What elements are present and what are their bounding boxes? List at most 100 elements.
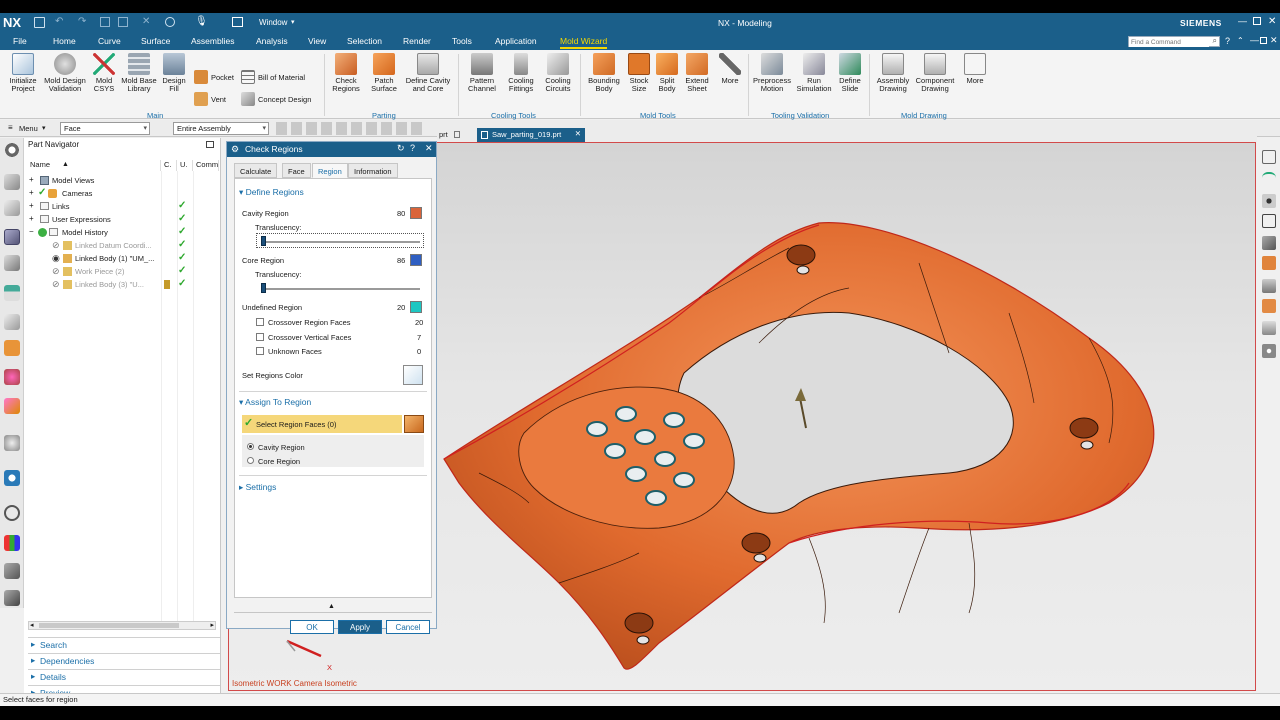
fit-view-icon[interactable] — [1262, 150, 1276, 164]
expand-icon[interactable]: + — [29, 175, 34, 184]
minimize-icon[interactable]: — — [1238, 16, 1247, 26]
scroll-left-icon[interactable]: ◂ — [30, 621, 34, 629]
cancel-button[interactable]: Cancel — [386, 620, 430, 634]
cooling-circuits-button[interactable]: Cooling Circuits — [541, 53, 575, 93]
section-view-icon[interactable] — [1262, 279, 1276, 293]
show-hide-icon[interactable] — [1262, 194, 1276, 208]
column-header-u[interactable]: U. — [177, 160, 193, 171]
type-filter-select[interactable]: Face — [60, 122, 150, 135]
expand-icon[interactable]: + — [29, 214, 34, 223]
define-cavity-core-button[interactable]: Define Cavity and Core — [404, 53, 452, 93]
ok-button[interactable]: OK — [290, 620, 334, 634]
history-icon[interactable] — [4, 340, 20, 356]
section-assign-to-region[interactable]: Assign To Region — [239, 397, 311, 408]
ribbon-restore-icon[interactable] — [1260, 37, 1267, 44]
tree-row-model-history[interactable]: − Model History ✓ — [24, 226, 219, 239]
tree-row-cameras[interactable]: + ✓ Cameras — [24, 187, 219, 200]
crossover-vertical-faces-checkbox[interactable] — [256, 333, 264, 341]
expand-icon[interactable]: + — [29, 188, 34, 197]
assembly-navigator-icon[interactable] — [4, 174, 20, 190]
pattern-channel-button[interactable]: Pattern Channel — [464, 53, 500, 93]
menu-curve[interactable]: Curve — [98, 36, 121, 46]
collapse-dialog-icon[interactable]: ▲ — [328, 603, 335, 610]
menu-selection[interactable]: Selection — [347, 36, 382, 46]
tree-row-links[interactable]: + Links ✓ — [24, 200, 219, 213]
delete-icon[interactable]: ✕ — [142, 16, 150, 27]
apply-button[interactable]: Apply — [338, 620, 382, 634]
bounding-body-button[interactable]: Bounding Body — [586, 53, 622, 93]
touch-mode-icon[interactable]: 🎙 — [195, 16, 208, 27]
cavity-view-icon[interactable] — [1262, 299, 1276, 313]
set-regions-color-button[interactable] — [403, 365, 423, 385]
tab-close-icon[interactable]: ✕ — [575, 129, 581, 138]
mold-drawing-more-button[interactable]: More — [962, 53, 988, 85]
radio-cavity-region[interactable] — [247, 443, 254, 450]
scroll-right-icon[interactable]: ▸ — [210, 621, 214, 629]
split-body-button[interactable]: Split Body — [654, 53, 680, 93]
horizontal-scrollbar[interactable]: ◂ ▸ — [28, 621, 216, 630]
cooling-fittings-button[interactable]: Cooling Fittings — [503, 53, 539, 93]
design-fill-button[interactable]: Design Fill — [161, 53, 187, 93]
column-header-name[interactable]: Name — [27, 160, 161, 171]
visibility-on-icon[interactable]: ◉ — [52, 253, 60, 264]
patch-surface-button[interactable]: Patch Surface — [367, 53, 401, 93]
cavity-translucency-thumb[interactable] — [261, 236, 266, 246]
curve-icon[interactable] — [1262, 172, 1276, 186]
reuse-library-icon[interactable] — [4, 255, 20, 271]
menu-home[interactable]: Home — [53, 36, 76, 46]
window-menu[interactable]: Window — [259, 18, 287, 27]
column-header-c[interactable]: C. — [161, 160, 177, 171]
crossover-region-faces-checkbox[interactable] — [256, 318, 264, 326]
clock-icon[interactable] — [4, 505, 20, 521]
constraint-navigator-icon[interactable] — [4, 200, 20, 216]
selection-filter-icons[interactable] — [276, 122, 424, 135]
menu-surface[interactable]: Surface — [141, 36, 170, 46]
process-studio-icon[interactable] — [4, 398, 20, 414]
window-menu-chevron-icon[interactable]: ▾ — [291, 18, 295, 26]
extend-sheet-button[interactable]: Extend Sheet — [682, 53, 712, 93]
collapse-icon[interactable]: − — [29, 227, 34, 236]
ribbon-minimize-icon[interactable]: — — [1250, 35, 1259, 45]
core-translucency-slider[interactable] — [262, 288, 420, 290]
panel-details[interactable]: Details — [28, 669, 220, 683]
system-materials-icon[interactable] — [4, 369, 20, 385]
menu-file[interactable]: File — [13, 36, 27, 46]
define-slide-button[interactable]: Define Slide — [836, 53, 864, 93]
render-style-icon[interactable] — [1262, 214, 1276, 228]
ribbon-close-icon[interactable]: ✕ — [1270, 35, 1278, 46]
navigator-pin-icon[interactable] — [206, 141, 214, 148]
document-tab-previous[interactable]: prt — [439, 130, 448, 139]
vent-button[interactable]: Vent — [194, 92, 226, 106]
part-navigator-icon[interactable] — [4, 229, 20, 245]
hd3d-tools-icon[interactable] — [4, 285, 20, 301]
mold-base-library-button[interactable]: Mold Base Library — [120, 53, 158, 93]
undo-icon[interactable]: ↶ — [55, 16, 63, 27]
radio-core-region[interactable] — [247, 457, 254, 464]
tree-row-model-views[interactable]: + Model Views — [24, 174, 219, 187]
run-simulation-button[interactable]: Run Simulation — [795, 53, 833, 93]
visibility-off-icon[interactable]: ⊘ — [52, 279, 60, 290]
document-tab-active[interactable]: Saw_parting_019.prt ✕ — [477, 128, 585, 142]
web-browser-icon[interactable] — [4, 314, 20, 330]
shaded-icon[interactable] — [1262, 236, 1276, 250]
selection-scope-select[interactable]: Entire Assembly — [173, 122, 269, 135]
copy-icon[interactable] — [100, 17, 110, 27]
menu-view[interactable]: View — [308, 36, 326, 46]
preprocess-motion-button[interactable]: Preprocess Motion — [752, 53, 792, 93]
restore-icon[interactable] — [1253, 17, 1261, 25]
move-icon[interactable] — [1262, 344, 1276, 358]
assembly-drawing-button[interactable]: Assembly Drawing — [874, 53, 912, 93]
roles-icon[interactable] — [4, 470, 20, 486]
menu-mold-wizard[interactable]: Mold Wizard — [560, 36, 608, 49]
save-icon[interactable] — [34, 17, 45, 28]
cavity-translucency-slider[interactable] — [262, 241, 420, 243]
menu-assemblies[interactable]: Assemblies — [191, 36, 234, 46]
scrollbar-thumb[interactable] — [39, 623, 179, 628]
command-search[interactable]: ⌕ — [1128, 36, 1220, 47]
manufacturing-wizards-icon[interactable] — [4, 435, 20, 451]
initialize-project-button[interactable]: Initialize Project — [6, 53, 40, 93]
panel-search[interactable]: Search — [28, 637, 220, 651]
check-regions-button[interactable]: Check Regions — [328, 53, 364, 93]
tab-region[interactable]: Region — [312, 163, 348, 178]
concept-design-button[interactable]: Concept Design — [241, 92, 311, 106]
